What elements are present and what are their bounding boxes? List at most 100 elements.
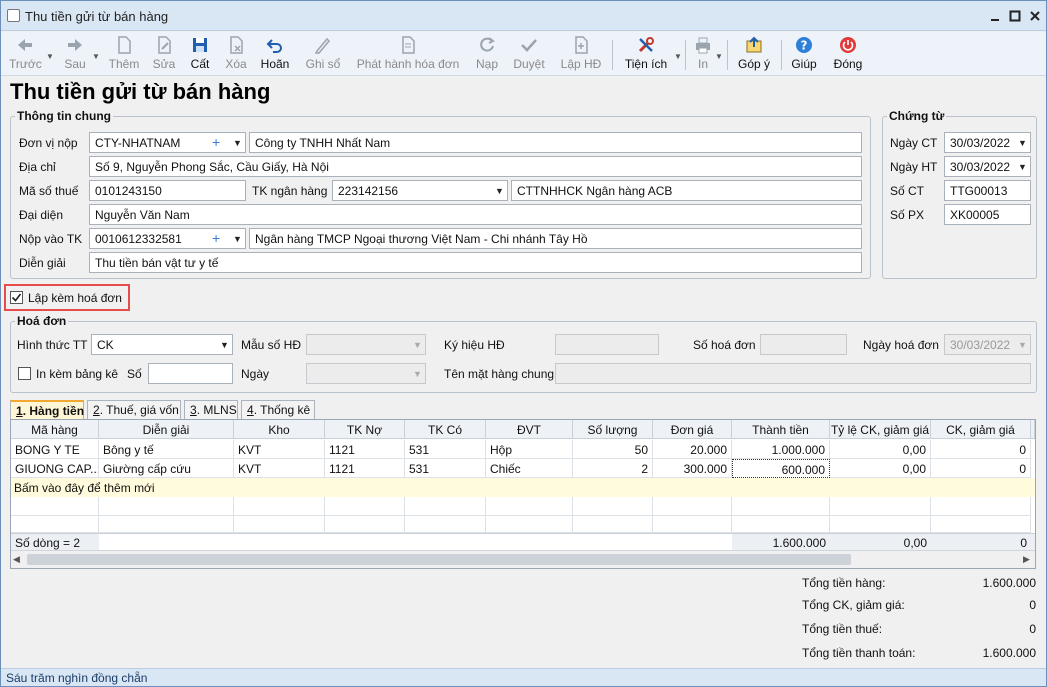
cell-credit-account[interactable]: 531	[405, 440, 486, 459]
export-number-field[interactable]: XK00005	[944, 204, 1031, 225]
issue-invoice-button[interactable]: Phát hành hóa đơn	[356, 35, 460, 75]
tab-mlns[interactable]: 3. MLNS	[184, 400, 238, 419]
utilities-dropdown-icon[interactable]: ▼	[674, 52, 682, 61]
voucher-number-field[interactable]: TTG00013	[944, 180, 1031, 201]
feedback-button[interactable]: Góp ý	[735, 35, 773, 75]
add-button[interactable]: Thêm	[107, 35, 141, 75]
posting-date-dropdown-icon[interactable]: ▼	[1018, 162, 1027, 172]
payment-method-combo[interactable]: CK	[91, 334, 233, 355]
cell-warehouse[interactable]: KVT	[234, 459, 325, 478]
minimize-icon[interactable]	[987, 8, 1003, 24]
tab-tax-cost[interactable]: 2. Thuế, giá vốn	[87, 400, 181, 419]
column-header[interactable]: Kho	[234, 420, 325, 439]
back-button[interactable]: Trước	[9, 35, 42, 75]
reload-button[interactable]: Nạp	[472, 35, 502, 75]
back-dropdown-icon[interactable]: ▼	[46, 52, 54, 61]
deposit-bank-field[interactable]: Ngân hàng TMCP Ngoại thương Việt Nam - C…	[249, 228, 862, 249]
forward-button[interactable]: Sau	[59, 35, 91, 75]
representative-field[interactable]: Nguyễn Văn Nam	[89, 204, 862, 225]
deposit-account-dropdown-icon[interactable]: ▼	[233, 234, 242, 244]
description-field[interactable]: Thu tiền bán vật tư y tế	[89, 252, 862, 273]
cell-discount[interactable]: 0	[931, 459, 1031, 478]
cell-amount[interactable]: 600.000	[732, 459, 830, 478]
column-header[interactable]: ĐVT	[486, 420, 573, 439]
cell-discount-rate[interactable]: 0,00	[830, 440, 931, 459]
column-header[interactable]: TK Nợ	[325, 420, 405, 439]
column-header[interactable]: TK Có	[405, 420, 486, 439]
detail-grid[interactable]: Mã hàng Diễn giải Kho TK Nợ TK Có ĐVT Số…	[10, 419, 1036, 569]
scrollbar-thumb[interactable]	[27, 554, 851, 565]
payer-code-combo[interactable]: CTY-NHATNAM	[89, 132, 246, 153]
column-header[interactable]: Đơn giá	[653, 420, 732, 439]
invoice-template-combo[interactable]	[306, 334, 426, 355]
list-date-picker[interactable]	[306, 363, 426, 384]
cell-quantity[interactable]: 50	[573, 440, 653, 459]
payer-dropdown-icon[interactable]: ▼	[233, 138, 242, 148]
utilities-button[interactable]: Tiện ích	[621, 35, 671, 75]
bank-account-combo[interactable]: 223142156	[332, 180, 508, 201]
cell-warehouse[interactable]: KVT	[234, 440, 325, 459]
cell-discount-rate[interactable]: 0,00	[830, 459, 931, 478]
column-header[interactable]: CK, giảm giá	[931, 420, 1031, 439]
cell-description[interactable]: Giường cấp cứu	[99, 459, 234, 478]
deposit-account-combo[interactable]: 0010612332581	[89, 228, 246, 249]
add-payer-icon[interactable]: +	[212, 134, 220, 150]
tab-statistics[interactable]: 4. Thống kê	[241, 400, 315, 419]
print-dropdown-icon[interactable]: ▼	[715, 52, 723, 61]
scroll-left-icon[interactable]: ◀	[13, 554, 20, 565]
list-number-field[interactable]	[148, 363, 233, 384]
invoice-checkbox-label[interactable]: Lập kèm hoá đơn	[28, 291, 122, 305]
invoice-checkbox[interactable]	[10, 291, 23, 304]
maximize-icon[interactable]	[1007, 8, 1023, 24]
forward-dropdown-icon[interactable]: ▼	[92, 52, 100, 61]
cell-unit[interactable]: Hộp	[486, 440, 573, 459]
add-deposit-account-icon[interactable]: +	[212, 230, 220, 246]
address-field[interactable]: Số 9, Nguyễn Phong Sắc, Cầu Giấy, Hà Nội	[89, 156, 862, 177]
approve-button[interactable]: Duyệt	[511, 35, 547, 75]
cell-unit[interactable]: Chiếc	[486, 459, 573, 478]
list-date-dropdown-icon[interactable]: ▼	[413, 369, 422, 379]
invoice-symbol-field[interactable]	[555, 334, 659, 355]
help-button[interactable]: ? Giúp	[789, 35, 819, 75]
undo-button[interactable]: Hoãn	[258, 35, 292, 75]
column-header[interactable]: Mã hàng	[11, 420, 99, 439]
cell-unit-price[interactable]: 300.000	[653, 459, 732, 478]
common-item-field[interactable]	[555, 363, 1031, 384]
cell-item-code[interactable]: BONG Y TE	[11, 440, 99, 459]
invoice-date-dropdown-icon[interactable]: ▼	[1018, 340, 1027, 350]
cell-item-code[interactable]: GIUONG CAP...	[11, 459, 99, 478]
cell-amount[interactable]: 1.000.000	[732, 440, 830, 459]
add-new-row[interactable]: Bấm vào đây để thêm mới	[11, 478, 1035, 497]
payment-method-dropdown-icon[interactable]: ▼	[220, 340, 229, 350]
print-button[interactable]: In	[691, 35, 715, 75]
cell-description[interactable]: Bông y tế	[99, 440, 234, 459]
cell-debit-account[interactable]: 1121	[325, 459, 405, 478]
print-list-label[interactable]: In kèm bảng kê	[36, 367, 118, 381]
column-header[interactable]: Số lượng	[573, 420, 653, 439]
close-button[interactable]: Đóng	[831, 35, 865, 75]
bank-account-dropdown-icon[interactable]: ▼	[495, 186, 504, 196]
cell-debit-account[interactable]: 1121	[325, 440, 405, 459]
cell-quantity[interactable]: 2	[573, 459, 653, 478]
invoice-template-dropdown-icon[interactable]: ▼	[413, 340, 422, 350]
column-header[interactable]: Diễn giải	[99, 420, 234, 439]
bank-account-name-field[interactable]: CTTNHHCK Ngân hàng ACB	[511, 180, 862, 201]
close-window-icon[interactable]	[1027, 8, 1043, 24]
horizontal-scrollbar[interactable]: ◀ ▶	[11, 550, 1035, 568]
tab-goods-money[interactable]: 1. Hàng tiền	[10, 400, 84, 419]
voucher-date-dropdown-icon[interactable]: ▼	[1018, 138, 1027, 148]
make-invoice-button[interactable]: Lập HĐ	[559, 35, 603, 75]
column-header[interactable]: Tỷ lệ CK, giảm giá	[830, 420, 931, 439]
column-header[interactable]: Thành tiền	[732, 420, 830, 439]
cell-discount[interactable]: 0	[931, 440, 1031, 459]
edit-button[interactable]: Sửa	[149, 35, 179, 75]
print-list-checkbox[interactable]	[18, 367, 31, 380]
tax-code-field[interactable]: 0101243150	[89, 180, 246, 201]
delete-button[interactable]: Xóa	[221, 35, 251, 75]
payer-name-field[interactable]: Công ty TNHH Nhất Nam	[249, 132, 862, 153]
cell-credit-account[interactable]: 531	[405, 459, 486, 478]
save-button[interactable]: Cất	[185, 35, 215, 75]
cell-unit-price[interactable]: 20.000	[653, 440, 732, 459]
post-button[interactable]: Ghi sổ	[303, 35, 343, 75]
invoice-number-field[interactable]	[760, 334, 847, 355]
